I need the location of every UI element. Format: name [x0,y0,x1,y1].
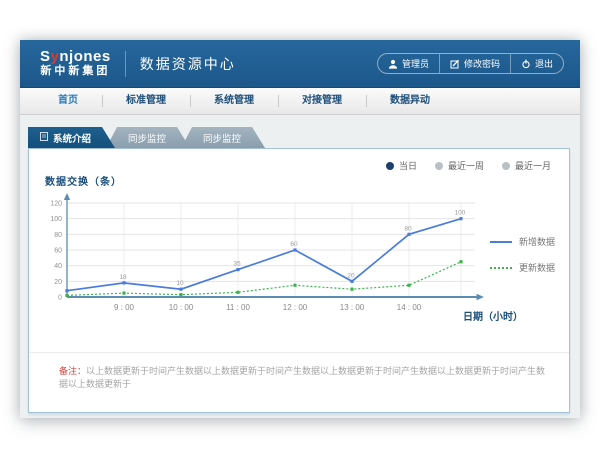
y-axis-title: 数据交换（条） [45,173,122,188]
header-action-label: 修改密码 [464,57,500,70]
tab-1[interactable]: 系统介绍 [28,127,115,148]
data-point [179,288,182,291]
x-axis-arrow [477,294,485,300]
x-tick-label: 13 : 00 [340,303,365,312]
user-button[interactable]: 管理员 [378,54,439,73]
chart-legend: 新增数据更新数据 [490,235,555,287]
header-actions: 管理员 修改密码 退出 [377,53,564,74]
data-point [65,294,68,297]
x-axis-title: 日期（小时） [463,308,523,323]
data-point-label: 100 [455,210,466,217]
data-point-label: 35 [233,261,241,268]
content-area: 系统介绍 同步监控 同步监控 当日 最近一周 最近一月 数据交换（条） 0 20 40 60 8… [20,115,580,417]
data-point [350,280,353,283]
y-tick-label: 80 [54,232,62,239]
chart-panel: 当日 最近一周 最近一月 数据交换（条） 0 20 40 60 80 100 120 9 : 00… [28,148,570,413]
edit-icon [450,59,460,69]
data-point [293,284,296,287]
company-logo: Synjones 新中新集团 [40,49,111,77]
x-tick-label: 11 : 00 [226,303,250,312]
legend-label: 新增数据 [519,235,555,248]
time-filter-1[interactable]: 当日 [386,159,417,172]
x-tick-label: 14 : 00 [397,303,422,312]
data-point [122,291,125,294]
data-point [407,233,410,236]
app-header: Synjones 新中新集团 数据资源中心 管理员 修改密码 退出 [20,40,580,88]
legend-label: 更新数据 [519,261,555,274]
radio-label: 最近一周 [448,159,484,172]
document-icon [40,132,48,144]
edit-button[interactable]: 修改密码 [439,54,510,73]
radio-icon [502,162,510,170]
app-window: Synjones 新中新集团 数据资源中心 管理员修改密码退出 首页标准管理系统… [20,40,580,418]
data-point [459,217,462,220]
tab-row: 系统介绍 同步监控 同步监控 [28,127,265,148]
footnote: 备注：以上数据更新于时间产生数据以上数据更新于时间产生数据以上数据更新于时间产生… [29,352,569,390]
header-action-label: 管理员 [402,57,429,70]
data-point [236,268,239,271]
radio-icon [435,162,443,170]
radio-icon [386,162,394,170]
legend-item-2: 更新数据 [490,261,555,274]
user-icon [388,59,398,69]
data-point-label: 18 [119,274,127,281]
main-nav: 首页标准管理系统管理对接管理数据异动 [20,88,580,115]
app-title: 数据资源中心 [140,54,236,74]
y-tick-label: 20 [54,279,62,286]
power-button[interactable]: 退出 [510,54,563,73]
header-action-label: 退出 [535,57,553,70]
data-point [122,281,125,284]
y-axis-arrow [64,193,70,200]
data-point-label: 20 [347,272,355,279]
y-tick-label: 120 [50,201,62,208]
x-tick-label: 10 : 00 [169,303,194,312]
legend-line-sample [490,241,512,243]
data-point [459,260,462,263]
power-icon [521,59,531,69]
y-tick-label: 100 [50,216,62,223]
tab-label: 同步监控 [203,131,241,145]
data-point [65,289,68,292]
radio-label: 最近一月 [515,159,551,172]
nav-item-2[interactable]: 标准管理 [102,88,190,114]
nav-item-3[interactable]: 系统管理 [190,88,278,114]
header-divider [125,51,126,77]
tab-3[interactable]: 同步监控 [181,127,265,148]
y-tick-label: 60 [54,248,62,255]
x-tick-label: 12 : 00 [283,303,308,312]
data-point [236,291,239,294]
y-tick-label: 40 [54,263,62,270]
x-tick-label: 9 : 00 [114,303,135,312]
nav-item-4[interactable]: 对接管理 [278,88,366,114]
data-point [350,288,353,291]
line-chart: 0 20 40 60 80 100 120 9 : 00 10 : 00 11 : 00 12 : … [35,191,487,325]
nav-item-1[interactable]: 首页 [34,88,102,114]
nav-item-5[interactable]: 数据异动 [366,88,454,114]
tab-2[interactable]: 同步监控 [106,127,190,148]
tab-label: 系统介绍 [53,131,91,145]
data-point [179,293,182,296]
time-filter-group: 当日 最近一周 最近一月 [386,159,551,172]
footnote-label: 备注： [59,366,86,376]
brand-name: Synjones [40,49,111,65]
data-point-label: 10 [176,280,184,287]
legend-item-1: 新增数据 [490,235,555,248]
data-point [407,284,410,287]
data-point [293,248,296,251]
footnote-text: 以上数据更新于时间产生数据以上数据更新于时间产生数据以上数据更新于时间产生数据以… [59,366,545,389]
data-point-label: 60 [290,241,298,248]
y-tick-label: 0 [58,295,62,302]
data-point-label: 80 [404,225,412,232]
time-filter-2[interactable]: 最近一周 [435,159,484,172]
tab-label: 同步监控 [128,131,166,145]
time-filter-3[interactable]: 最近一月 [502,159,551,172]
radio-label: 当日 [399,159,417,172]
company-name: 新中新集团 [40,66,110,78]
legend-line-sample [490,267,512,269]
